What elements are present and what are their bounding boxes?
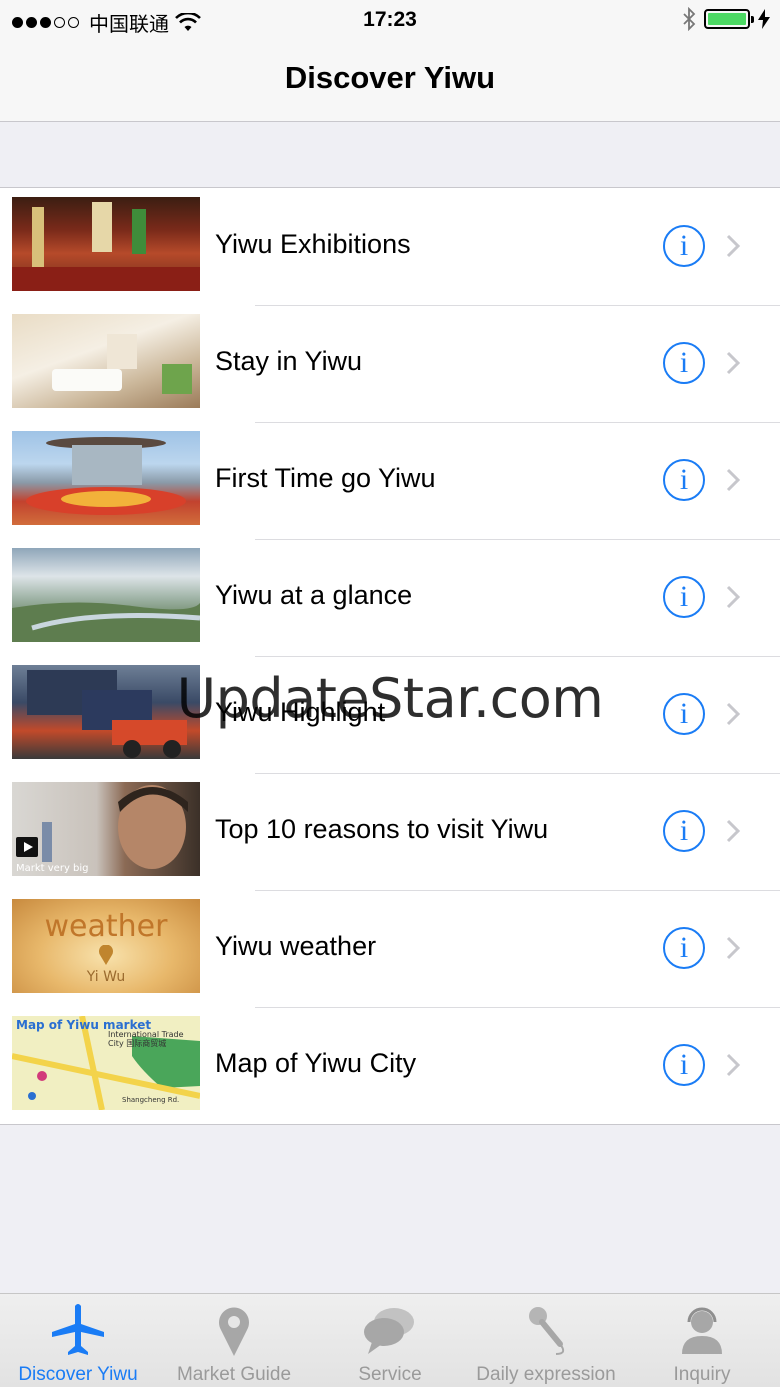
chevron-right-icon xyxy=(726,468,741,492)
tab-market-guide[interactable]: Market Guide xyxy=(156,1294,312,1387)
tab-label: Daily expression xyxy=(476,1364,616,1385)
tab-daily-expression[interactable]: Daily expression xyxy=(468,1294,624,1387)
tab-discover-yiwu[interactable]: Discover Yiwu xyxy=(0,1294,156,1387)
info-icon[interactable]: i xyxy=(663,225,705,267)
list-item-title: First Time go Yiwu xyxy=(215,463,436,493)
info-icon[interactable]: i xyxy=(663,1044,705,1086)
exhibitions-thumbnail xyxy=(12,197,200,291)
chevron-right-icon xyxy=(726,702,741,726)
status-right xyxy=(682,7,770,31)
tab-label: Service xyxy=(358,1364,422,1385)
thumbnail-weather-sub: Yi Wu xyxy=(86,969,126,985)
map-thumbnail: Map of Yiwu market International Trade C… xyxy=(12,1016,200,1110)
chevron-right-icon xyxy=(726,585,741,609)
play-icon xyxy=(16,837,38,857)
airplane-icon xyxy=(52,1304,104,1355)
battery-icon xyxy=(704,9,754,29)
tab-label: Discover Yiwu xyxy=(18,1364,138,1385)
list-item-title: Yiwu Highlight xyxy=(215,697,386,727)
list-item[interactable]: Yiwu at a glance i xyxy=(0,539,780,656)
status-bar: 中国联通 17:23 xyxy=(0,0,780,40)
list-item-title: Stay in Yiwu xyxy=(215,346,363,376)
list-item[interactable]: Markt very big Top 10 reasons to visit Y… xyxy=(0,773,780,890)
thumbnail-map-sub: International Trade City 国际商贸城 xyxy=(108,1030,184,1048)
list-item[interactable]: Stay in Yiwu i xyxy=(0,305,780,422)
tab-inquiry[interactable]: Inquiry xyxy=(624,1294,780,1387)
tab-label: Inquiry xyxy=(673,1364,731,1385)
info-icon[interactable]: i xyxy=(663,927,705,969)
thumbnail-weather-word: weather xyxy=(44,909,168,944)
list-item-title: Yiwu Exhibitions xyxy=(215,229,411,259)
navigation-bar: Discover Yiwu xyxy=(0,40,780,122)
list-item[interactable]: First Time go Yiwu i xyxy=(0,422,780,539)
page-title: Discover Yiwu xyxy=(284,60,496,95)
list-item[interactable]: Yiwu Exhibitions i xyxy=(0,188,780,305)
glance-thumbnail xyxy=(12,548,200,642)
highlight-thumbnail xyxy=(12,665,200,759)
chevron-right-icon xyxy=(726,819,741,843)
charging-icon xyxy=(758,9,770,29)
customer-service-icon xyxy=(682,1307,722,1354)
info-icon[interactable]: i xyxy=(663,810,705,852)
top10-video-thumbnail: Markt very big xyxy=(12,782,200,876)
first-time-thumbnail xyxy=(12,431,200,525)
list-item-title: Yiwu weather xyxy=(215,931,377,961)
info-icon[interactable]: i xyxy=(663,342,705,384)
tab-label: Market Guide xyxy=(176,1364,292,1385)
thumbnail-map-road: Shangcheng Rd. xyxy=(122,1096,180,1104)
stay-thumbnail xyxy=(12,314,200,408)
chevron-right-icon xyxy=(726,936,741,960)
list-item[interactable]: Map of Yiwu market International Trade C… xyxy=(0,1007,780,1124)
location-pin-icon xyxy=(99,945,113,965)
microphone-icon xyxy=(529,1307,565,1355)
info-icon[interactable]: i xyxy=(663,459,705,501)
chevron-right-icon xyxy=(726,234,741,258)
info-icon[interactable]: i xyxy=(663,576,705,618)
status-time: 17:23 xyxy=(363,8,417,31)
thumbnail-caption: Markt very big xyxy=(16,863,89,874)
map-pin-icon xyxy=(219,1307,249,1356)
info-icon[interactable]: i xyxy=(663,693,705,735)
discover-list: Yiwu Exhibitions i Stay in Yiwu i First … xyxy=(0,187,780,1125)
tab-service[interactable]: Service xyxy=(312,1294,468,1387)
list-item[interactable]: Yiwu Highlight i xyxy=(0,656,780,773)
list-item-title: Yiwu at a glance xyxy=(215,580,413,610)
list-item[interactable]: weather Yi Wu Yiwu weather i xyxy=(0,890,780,1007)
list-item-title: Map of Yiwu City xyxy=(215,1048,417,1078)
tab-bar: Discover Yiwu Market Guide Service Daily… xyxy=(0,1293,780,1387)
chevron-right-icon xyxy=(726,1053,741,1077)
bluetooth-icon xyxy=(683,7,696,31)
chevron-right-icon xyxy=(726,351,741,375)
list-item-title: Top 10 reasons to visit Yiwu xyxy=(215,814,549,844)
chat-bubbles-icon xyxy=(364,1308,414,1354)
weather-thumbnail: weather Yi Wu xyxy=(12,899,200,993)
